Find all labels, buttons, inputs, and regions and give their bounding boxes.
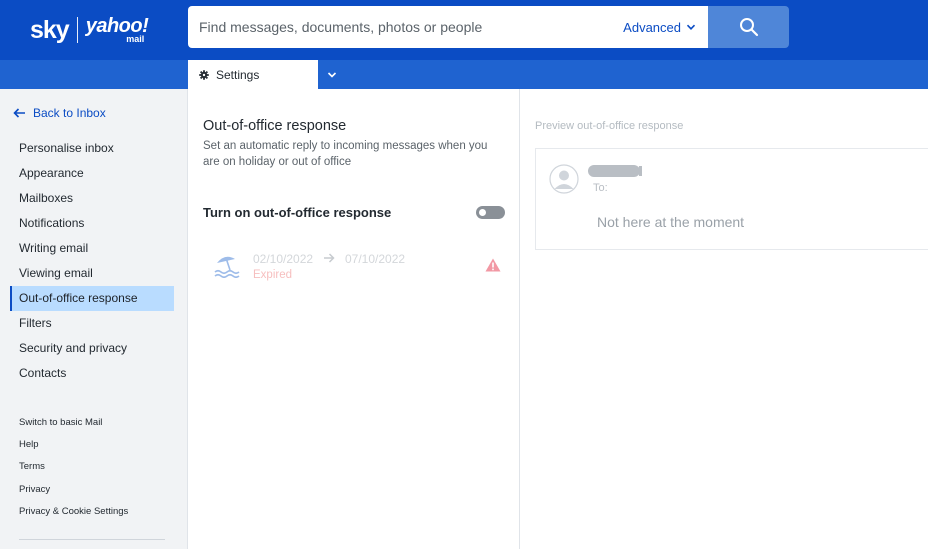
to-label: To: (593, 182, 608, 194)
toggle-knob (479, 209, 486, 216)
chevron-down-icon (686, 24, 696, 30)
help-link[interactable]: Help (19, 433, 128, 455)
tab-settings-label: Settings (216, 67, 260, 82)
switch-to-basic-mail-link[interactable]: Switch to basic Mail (19, 411, 128, 433)
out-of-office-settings-pane: Out-of-office response Set an automatic … (188, 89, 520, 549)
status-badge: Expired (253, 269, 292, 281)
arrow-left-icon (13, 108, 25, 118)
privacy-link[interactable]: Privacy (19, 478, 128, 500)
toggle-label: Turn on out-of-office response (203, 205, 392, 220)
sidebar-item-security-privacy[interactable]: Security and privacy (10, 336, 174, 361)
logo-separator (76, 17, 78, 43)
sidebar-item-contacts[interactable]: Contacts (10, 361, 174, 386)
preview-card: To: Not here at the moment (535, 148, 928, 250)
out-of-office-toggle[interactable] (476, 206, 505, 219)
chevron-down-icon (327, 72, 337, 78)
settings-nav: Personalise inbox Appearance Mailboxes N… (10, 135, 174, 386)
sidebar-item-notifications[interactable]: Notifications (10, 210, 174, 235)
beach-umbrella-icon (214, 256, 240, 278)
arrow-right-icon (324, 253, 335, 263)
sky-yahoo-mail-logo[interactable]: sky yahoo! mail (30, 10, 149, 50)
sidebar-item-mailboxes[interactable]: Mailboxes (10, 185, 174, 210)
page-description: Set an automatic reply to incoming messa… (203, 140, 488, 168)
search-button[interactable] (708, 6, 789, 48)
logo-sky-text: sky (30, 15, 70, 44)
sidebar-footer-links: Switch to basic Mail Help Terms Privacy … (19, 411, 128, 522)
gear-icon (199, 69, 209, 80)
advanced-label: Advanced (623, 19, 681, 35)
back-to-inbox-label: Back to Inbox (33, 106, 106, 120)
logo-yahoo-text: yahoo! (85, 15, 149, 37)
sidebar-item-writing-email[interactable]: Writing email (10, 235, 174, 260)
back-to-inbox-link[interactable]: Back to Inbox (13, 106, 106, 120)
page-title: Out-of-office response (203, 118, 347, 134)
warning-icon (485, 258, 501, 272)
sidebar-item-viewing-email[interactable]: Viewing email (10, 260, 174, 285)
end-date: 07/10/2022 (345, 252, 406, 266)
settings-sidebar: Back to Inbox Personalise inbox Appearan… (0, 89, 188, 549)
sidebar-item-out-of-office[interactable]: Out-of-office response (10, 285, 174, 311)
tab-settings[interactable]: Settings (188, 60, 318, 89)
search-bar: Advanced (188, 6, 708, 48)
top-header: sky yahoo! mail Advanced (0, 0, 928, 60)
preview-message: Not here at the moment (597, 214, 745, 230)
search-input[interactable] (188, 7, 624, 47)
advanced-search-button[interactable]: Advanced (623, 20, 708, 35)
avatar-icon (549, 164, 579, 194)
logo-mail-text: mail (126, 34, 145, 44)
sidebar-item-filters[interactable]: Filters (10, 311, 174, 336)
sidebar-item-appearance[interactable]: Appearance (10, 160, 174, 185)
sidebar-divider (19, 539, 165, 540)
tab-bar: Settings (0, 60, 928, 89)
schedule-card[interactable]: 02/10/2022 07/10/2022 Expired (203, 239, 505, 295)
logo-yahoo: yahoo! mail (86, 16, 149, 44)
terms-link[interactable]: Terms (19, 456, 128, 478)
preview-label: Preview out-of-office response (535, 120, 684, 132)
start-date: 02/10/2022 (253, 252, 314, 266)
tab-more-button[interactable] (322, 67, 342, 83)
privacy-cookie-settings-link[interactable]: Privacy & Cookie Settings (19, 500, 128, 522)
sidebar-item-personalise-inbox[interactable]: Personalise inbox (10, 135, 174, 160)
search-icon (739, 18, 758, 37)
sender-placeholder (588, 165, 642, 177)
